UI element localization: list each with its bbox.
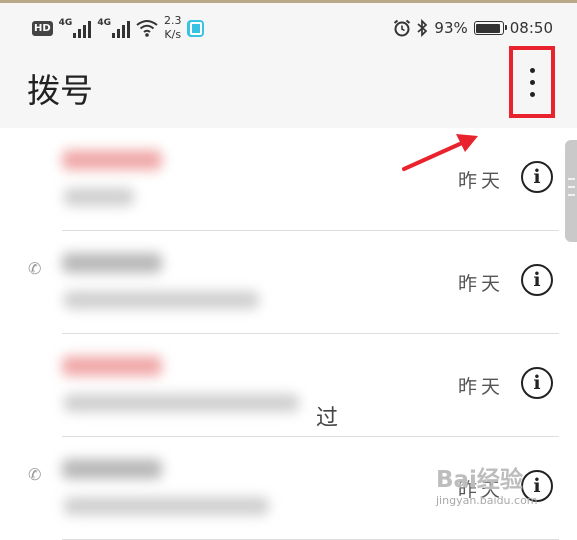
watermark: Bai经验 jingyan.baidu.com [436, 466, 577, 529]
annotation-arrow [402, 134, 478, 171]
watermark-logo: Bai经验 [436, 467, 523, 493]
watermark-url: jingyan.baidu.com [436, 494, 538, 507]
